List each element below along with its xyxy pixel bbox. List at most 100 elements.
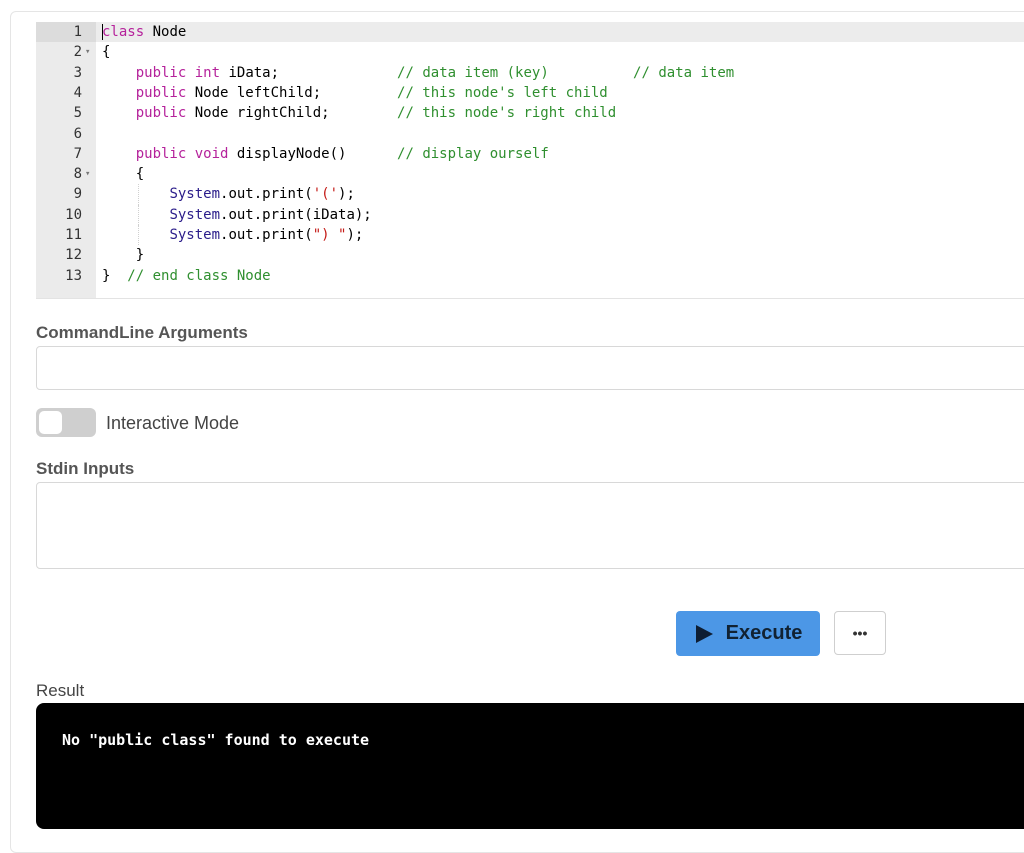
line-number: 13: [36, 266, 96, 286]
play-icon: [694, 624, 714, 644]
more-icon: •••: [852, 625, 868, 641]
line-number: 6: [36, 124, 96, 144]
code-line: } // end class Node: [102, 266, 734, 286]
code-token: );: [338, 186, 355, 203]
code-editor[interactable]: 1 2 ▾ 3 4 5 6 7 8 ▾ 9 10 11 12 13 class Node{ public i…: [36, 22, 1024, 299]
code-token: {: [102, 44, 111, 61]
execute-label: Execute: [725, 622, 803, 644]
code-token: iData;: [220, 64, 398, 81]
code-token: // this node's left child: [397, 84, 608, 101]
code-token: .out.print(iData);: [220, 206, 372, 223]
line-number: 7: [36, 144, 96, 164]
line-number-gutter: 1 2 ▾ 3 4 5 6 7 8 ▾ 9 10 11 12 13: [36, 22, 96, 298]
code-line: {: [102, 42, 734, 62]
line-number: 2 ▾: [36, 42, 96, 62]
code-token: // this node's right child: [397, 105, 617, 122]
line-number-text: 2: [73, 44, 82, 61]
code-token: class: [102, 24, 145, 40]
code-token: .out.print(: [220, 226, 313, 243]
code-token: // end class Node: [127, 267, 271, 284]
indent-guide: [138, 184, 140, 205]
more-options-button[interactable]: •••: [834, 611, 886, 655]
line-number: 10: [36, 205, 96, 225]
args-label: CommandLine Arguments: [36, 323, 248, 342]
line-number-text: 5: [73, 105, 82, 122]
indent-guide: [138, 204, 140, 225]
caret-down-icon[interactable]: ▾: [85, 42, 90, 62]
code-line: }: [102, 245, 734, 265]
code-token: );: [346, 226, 364, 243]
code-line: System.out.print(") ");: [102, 224, 734, 246]
result-output-panel: No "public class" found to execute: [36, 703, 1024, 829]
code-token: Node rightChild;: [186, 105, 398, 122]
code-line: public void displayNode() // display our…: [102, 144, 734, 164]
line-number-text: 11: [65, 227, 82, 243]
interactive-mode-toggle[interactable]: [36, 408, 96, 437]
code-line: class Node: [102, 22, 734, 42]
code-token: }: [102, 247, 145, 264]
code-content[interactable]: class Node { public int iData; // data it…: [102, 22, 734, 286]
code-line: {: [102, 164, 734, 184]
args-input[interactable]: [36, 346, 1024, 390]
result-output-text: No "public class" found to execute: [62, 731, 370, 749]
code-token: // data item (key) // data item: [397, 64, 735, 81]
code-line: public Node rightChild; // this node's r…: [102, 103, 734, 123]
code-token: .out.print(: [220, 186, 313, 203]
line-number-text: 12: [65, 247, 82, 264]
line-number-text: 7: [73, 145, 82, 162]
code-token: public: [135, 105, 187, 122]
code-token: void: [194, 145, 229, 162]
line-number-text: 9: [73, 186, 82, 203]
line-number: 5: [36, 103, 96, 123]
line-number-text: 10: [65, 206, 82, 223]
code-token: public: [135, 145, 187, 162]
line-number: 11: [36, 225, 96, 245]
code-token: System: [169, 206, 221, 223]
text-cursor: [102, 24, 103, 40]
code-token: '(': [312, 186, 339, 203]
code-token: {: [102, 166, 145, 183]
code-token: int: [194, 64, 221, 81]
code-line: System.out.print(iData);: [102, 204, 734, 225]
line-number-text: 4: [73, 84, 82, 101]
line-number-text: 8: [73, 166, 82, 183]
interactive-mode-label: Interactive Mode: [106, 413, 240, 433]
line-number: 12: [36, 245, 96, 265]
code-line: public Node leftChild; // this node's le…: [102, 83, 734, 103]
stdin-input[interactable]: [36, 482, 1024, 569]
line-number-text: 6: [73, 125, 82, 142]
line-number: 8 ▾: [36, 164, 96, 184]
toggle-knob: [39, 411, 62, 434]
code-token: System: [169, 186, 221, 203]
line-number: 4: [36, 83, 96, 103]
code-token: System: [169, 226, 221, 243]
indent-guide: [138, 224, 140, 246]
result-label: Result: [36, 681, 85, 700]
stdin-label: Stdin Inputs: [36, 459, 135, 478]
code-line: System.out.print('(');: [102, 184, 734, 205]
line-number: 3: [36, 63, 96, 83]
code-token: ") ": [312, 226, 347, 243]
code-token: Node: [144, 24, 187, 40]
code-line: public int iData; // data item (key) // …: [102, 63, 734, 83]
line-number-text: 13: [65, 267, 82, 284]
caret-down-icon[interactable]: ▾: [85, 164, 90, 184]
line-number-text: 1: [73, 24, 82, 40]
code-token: public: [135, 64, 187, 81]
line-number-text: 3: [73, 64, 82, 81]
code-token: public: [135, 84, 187, 101]
code-token: Node leftChild;: [186, 84, 398, 101]
code-token: displayNode(): [228, 145, 398, 162]
execute-button[interactable]: Execute: [676, 611, 820, 656]
line-number: 1: [36, 22, 96, 43]
